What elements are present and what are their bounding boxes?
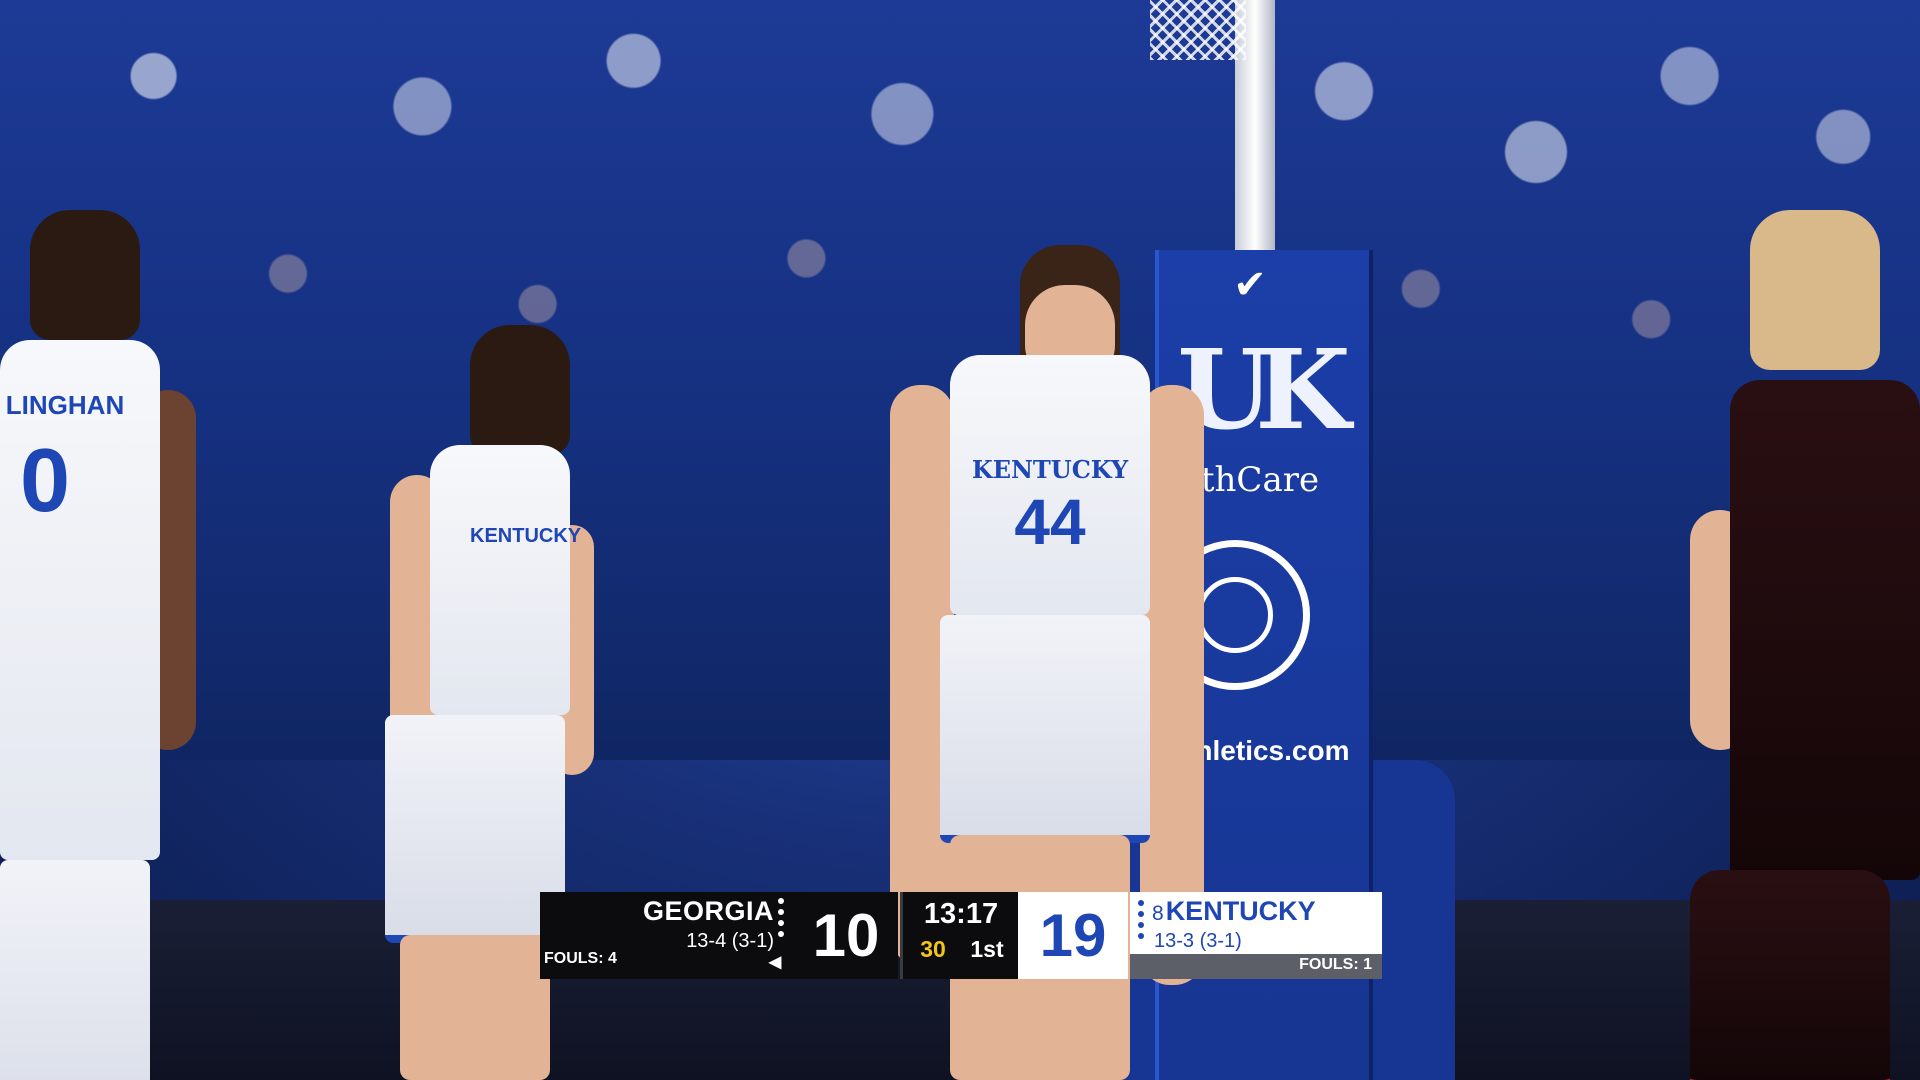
home-team-rank: 8	[1152, 902, 1164, 925]
player-jersey	[1730, 380, 1920, 880]
home-team-score: 19	[1018, 892, 1128, 979]
home-team-fouls: FOULS: 1	[1299, 956, 1372, 973]
jersey-team: KENTUCKY	[470, 525, 582, 547]
clock-panel: 13:17 30 1st	[900, 892, 1019, 979]
game-clock: 13:17	[923, 898, 999, 930]
player-shorts	[385, 715, 565, 943]
away-team-score: 10	[812, 902, 880, 969]
jersey-team: KENTUCKY	[971, 455, 1129, 484]
away-team-name: GEORGIA	[642, 896, 774, 926]
shot-clock: 30	[920, 936, 946, 962]
player-shorts	[940, 615, 1150, 843]
jersey-number: 44	[1014, 486, 1086, 558]
home-team-panel: 8KENTUCKY 13-3 (3-1) FOULS: 1	[1130, 892, 1382, 979]
player-legs	[400, 935, 550, 1080]
jersey-name: LINGHAN	[5, 390, 125, 420]
scoreboard: GEORGIA 13-4 (3-1) FOULS: 4 ◀ 10 13:17 3…	[540, 892, 1382, 979]
broadcast-frame: ✔ UK thCare athletics.com LINGHAN 0 KENT…	[0, 0, 1920, 1080]
player-head	[1750, 210, 1880, 370]
away-team-fouls: FOULS: 4	[544, 950, 617, 967]
home-team-name: 8KENTUCKY	[1152, 896, 1378, 932]
period: 1st	[970, 936, 1004, 962]
player-head	[470, 325, 570, 455]
player-jersey: KENTUCKY	[430, 445, 582, 715]
player-jersey: KENTUCKY 44	[950, 355, 1150, 615]
player-shorts	[1690, 870, 1890, 1080]
player-left: LINGHAN 0	[0, 210, 200, 1080]
home-timeouts	[1138, 900, 1146, 956]
home-fouls-bar: FOULS: 1	[1130, 954, 1382, 979]
basket-net	[1150, 0, 1246, 60]
home-team-record: 13-3 (3-1)	[1154, 930, 1242, 952]
home-team-label: KENTUCKY	[1165, 896, 1316, 926]
player-head	[30, 210, 140, 340]
possession-arrow-icon: ◀	[768, 954, 782, 971]
player-opponent	[1690, 210, 1920, 1080]
player-shorts	[0, 860, 150, 1080]
player-jersey: LINGHAN 0	[0, 340, 160, 860]
away-timeouts	[778, 898, 786, 954]
away-team-panel: GEORGIA 13-4 (3-1) FOULS: 4 ◀ 10	[540, 892, 898, 979]
jersey-number: 0	[19, 431, 71, 531]
